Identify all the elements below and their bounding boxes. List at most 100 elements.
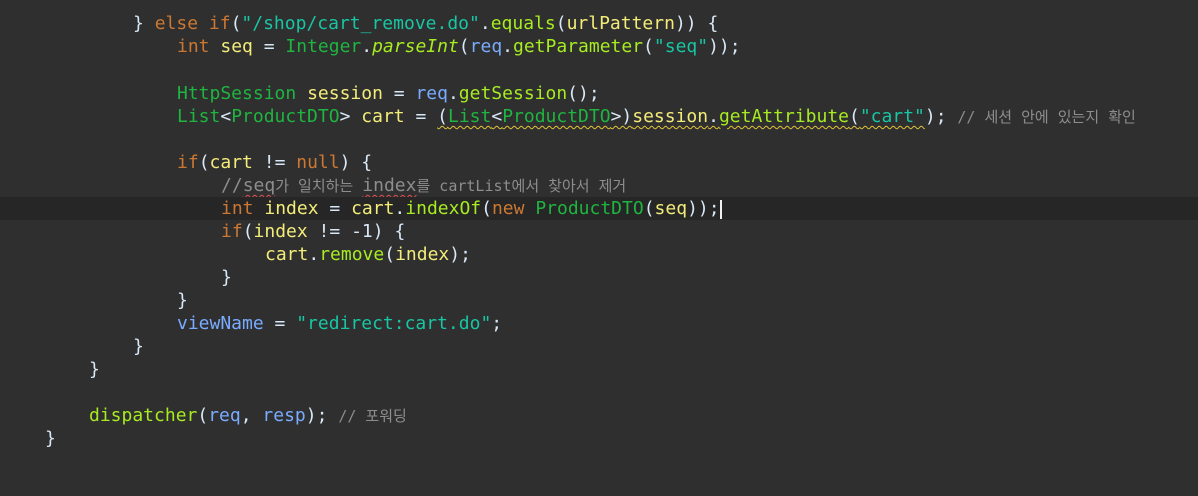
code-line-9-current[interactable]: int index = cart.indexOf(new ProductDTO(… xyxy=(0,197,1198,220)
token-punct: )) { xyxy=(674,13,719,34)
token-punct: , xyxy=(240,405,263,426)
code-line-7: if(cart != null) { xyxy=(0,151,1198,174)
token-comment: // xyxy=(221,175,243,196)
token-dot: . xyxy=(447,83,459,104)
token-param: resp xyxy=(262,405,306,426)
token-paren: ( xyxy=(242,221,254,242)
token-interface: List xyxy=(177,106,221,127)
token-paren: ( xyxy=(555,13,567,34)
code-text: if(cart != null) { xyxy=(177,151,372,174)
token-punct: ; xyxy=(491,313,503,334)
token-method: getSession xyxy=(458,83,568,104)
token-brace: } xyxy=(177,290,188,311)
token-dot: . xyxy=(479,13,491,34)
code-line-5: List<ProductDTO> cart = (List<ProductDTO… xyxy=(0,105,1198,128)
code-line-15: } xyxy=(0,335,1198,358)
token-punct: ); xyxy=(924,106,947,127)
token-class: ProductDTO xyxy=(535,198,644,219)
code-text: List<ProductDTO> cart = (List<ProductDTO… xyxy=(177,105,1136,129)
token-string: "seq" xyxy=(653,36,709,57)
token-punct: )); xyxy=(708,36,741,57)
text-caret xyxy=(719,199,722,219)
token-punct: < xyxy=(220,106,232,127)
code-line-8: //seq가 일치하는 index를 cartList에서 찾아서 제거 xyxy=(0,174,1198,197)
token-comment-word: index xyxy=(362,175,417,196)
code-line-13: } xyxy=(0,289,1198,312)
token-paren: ( xyxy=(198,152,210,173)
token-punct: ) { xyxy=(372,221,406,242)
token-punct: (); xyxy=(567,83,600,104)
code-line-14: viewName = "redirect:cart.do"; xyxy=(0,312,1198,335)
token-local-var: urlPattern xyxy=(566,13,675,34)
token-interface: HttpSession xyxy=(177,83,297,104)
token-operator: != xyxy=(252,152,297,173)
code-line-16: } xyxy=(0,358,1198,381)
code-text: dispatcher(req, resp); // 포워딩 xyxy=(89,404,407,428)
token-local-var: cart xyxy=(361,106,405,127)
token-class: ProductDTO xyxy=(502,106,611,127)
token-paren: ( xyxy=(643,36,654,57)
code-line-12: } xyxy=(0,266,1198,289)
token-keyword-else: else xyxy=(154,13,199,34)
token-method: getParameter xyxy=(513,36,644,57)
token-local-var: cart xyxy=(351,198,395,219)
token-param: req xyxy=(415,83,448,104)
token-param: req xyxy=(469,36,503,57)
token-keyword-if: if xyxy=(177,152,199,173)
token-method: dispatcher xyxy=(89,405,198,426)
token-local-var: index xyxy=(264,198,319,219)
token-punct: >) xyxy=(610,106,633,127)
token-number: -1 xyxy=(351,221,373,242)
token-string: "cart" xyxy=(859,106,925,127)
token-dot: . xyxy=(708,106,719,127)
token-class: ProductDTO xyxy=(231,106,340,127)
token-keyword-new: new xyxy=(491,198,525,219)
token-keyword-int: int xyxy=(177,36,210,57)
token-method: indexOf xyxy=(405,198,482,219)
token-operator: = xyxy=(382,83,416,104)
token-operator: = xyxy=(252,36,286,57)
token-operator: = xyxy=(404,106,438,127)
token-keyword-null: null xyxy=(296,152,340,173)
token-comment-word: seq xyxy=(242,175,276,196)
token-comment: // 포워딩 xyxy=(338,407,407,425)
token-brace: } xyxy=(45,428,56,449)
token-operator: = xyxy=(318,198,352,219)
token-comment: 를 cartList에서 찾아서 제거 xyxy=(416,177,627,195)
code-editor[interactable]: } else if("/shop/cart_remove.do".equals(… xyxy=(0,0,1198,463)
token-local-var: cart xyxy=(209,152,253,173)
token-local-var: index xyxy=(395,244,450,265)
token-paren: ( xyxy=(481,198,492,219)
token-operator: != xyxy=(307,221,352,242)
token-punct: ) { xyxy=(339,152,373,173)
token-local-var: session xyxy=(307,83,383,104)
code-text: int index = cart.indexOf(new ProductDTO(… xyxy=(221,197,722,220)
token-comment: // 세션 안에 있는지 확인 xyxy=(957,108,1136,126)
token-dot: . xyxy=(502,36,513,57)
token-brace: } xyxy=(133,13,144,34)
token-method: getAttribute xyxy=(718,106,849,127)
token-paren: ( xyxy=(437,106,448,127)
token-dot: . xyxy=(308,244,320,265)
token-local-var: seq xyxy=(220,36,253,57)
token-local-var: index xyxy=(253,221,308,242)
token-brace: } xyxy=(221,267,232,288)
code-line-2: int seq = Integer.parseInt(req.getParame… xyxy=(0,35,1198,58)
token-punct: ); xyxy=(449,244,471,265)
code-text: } else if("/shop/cart_remove.do".equals(… xyxy=(133,12,718,35)
code-text: int seq = Integer.parseInt(req.getParame… xyxy=(177,35,741,58)
token-keyword-if: if xyxy=(208,13,231,34)
token-string: "redirect:cart.do" xyxy=(296,313,492,334)
token-paren: ( xyxy=(458,36,470,57)
token-keyword-int: int xyxy=(221,198,254,219)
code-line-10: if(index != -1) { xyxy=(0,220,1198,243)
token-paren: ( xyxy=(230,13,242,34)
token-string: "/shop/cart_remove.do" xyxy=(241,13,480,34)
token-keyword-if: if xyxy=(221,221,243,242)
code-text: HttpSession session = req.getSession(); xyxy=(177,82,600,105)
token-punct: )); xyxy=(687,198,720,219)
token-paren: ( xyxy=(197,405,209,426)
code-text: viewName = "redirect:cart.do"; xyxy=(177,312,502,335)
code-line-4: HttpSession session = req.getSession(); xyxy=(0,82,1198,105)
token-comment: 가 일치하는 xyxy=(275,177,363,195)
